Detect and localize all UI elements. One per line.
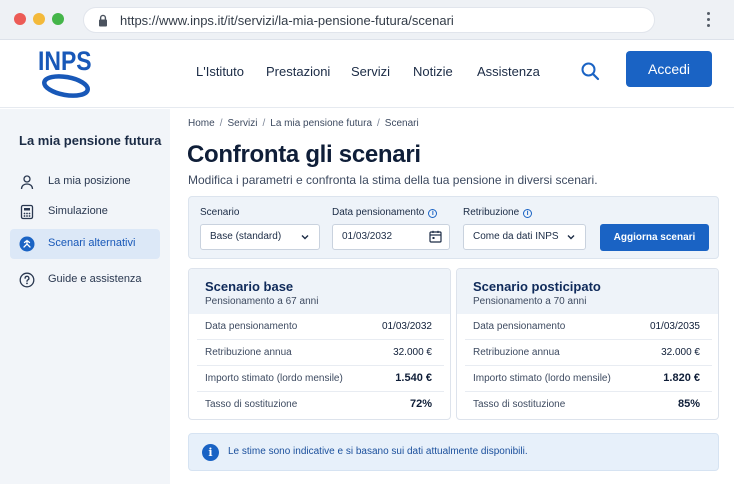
scenario-label: Scenario <box>200 207 240 218</box>
date-label-wrap: Data pensionamento i <box>332 207 438 218</box>
site-header: INPS L'Istituto Prestazioni Servizi Noti… <box>0 40 734 108</box>
url-text: https://www.inps.it/it/servizi/la-mia-pe… <box>120 13 454 28</box>
card-subtitle: Pensionamento a 67 anni <box>205 296 319 307</box>
browser-toolbar: https://www.inps.it/it/servizi/la-mia-pe… <box>0 0 734 40</box>
page-title: Confronta gli scenari <box>187 141 421 168</box>
sidebar-item-guide[interactable]: Guide e assistenza <box>10 265 160 295</box>
row-label: Importo stimato (lordo mensile) <box>205 373 343 384</box>
salary-select-value: Come da dati INPS <box>473 231 559 242</box>
date-label: Data pensionamento <box>332 207 425 218</box>
info-icon[interactable]: i <box>428 209 438 218</box>
date-input[interactable]: 01/03/2032 <box>332 224 450 250</box>
salary-label: Retribuzione <box>463 207 520 218</box>
nav-istituto[interactable]: L'Istituto <box>196 64 244 79</box>
page-subtitle: Modifica i parametri e confronta la stim… <box>188 173 598 187</box>
row-label: Data pensionamento <box>473 321 566 332</box>
row-label: Retribuzione annua <box>473 347 560 358</box>
breadcrumb-pensione-futura[interactable]: La mia pensione futura <box>270 118 372 129</box>
address-bar[interactable]: https://www.inps.it/it/servizi/la-mia-pe… <box>83 7 655 33</box>
sidebar-item-label: Scenari alternativi <box>48 237 136 249</box>
branch-icon <box>19 236 35 252</box>
row-label: Data pensionamento <box>205 321 298 332</box>
row-value: 72% <box>409 398 432 410</box>
login-button[interactable]: Accedi <box>626 51 712 87</box>
row-value: 01/03/2035 <box>649 321 700 332</box>
row-label: Tasso di sostituzione <box>205 399 298 410</box>
maximize-window-button[interactable] <box>52 13 64 25</box>
calculator-icon <box>20 204 34 220</box>
salary-select[interactable]: Come da dati INPS <box>463 224 586 250</box>
nav-assistenza[interactable]: Assistenza <box>477 64 540 79</box>
row-value: 85% <box>677 398 700 410</box>
browser-menu-icon[interactable] <box>705 12 711 28</box>
sidebar-item-scenari[interactable]: Scenari alternativi <box>10 229 160 259</box>
chevron-down-icon <box>301 235 309 240</box>
table-row: Tasso di sostituzione 85% <box>465 392 712 418</box>
scenario-select-value: Base (standard) <box>210 231 282 242</box>
breadcrumb-home[interactable]: Home <box>188 118 215 129</box>
row-label: Tasso di sostituzione <box>473 399 566 410</box>
sidebar-item-label: Guide e assistenza <box>48 273 142 285</box>
row-value: 1.820 € <box>663 372 700 384</box>
minimize-window-button[interactable] <box>33 13 45 25</box>
date-input-value: 01/03/2032 <box>342 231 393 242</box>
table-row: Retribuzione annua 32.000 € <box>465 340 712 366</box>
card-header: Scenario base Pensionamento a 67 anni <box>189 269 450 314</box>
card-header: Scenario posticipato Pensionamento a 70 … <box>457 269 718 314</box>
lock-icon <box>99 14 107 27</box>
inps-logo[interactable]: INPS <box>38 46 96 102</box>
row-value: 1.540 € <box>395 372 432 384</box>
row-value: 32.000 € <box>661 347 700 358</box>
sidebar-title: La mia pensione futura <box>19 133 162 148</box>
card-title: Scenario base <box>205 279 294 294</box>
search-icon[interactable] <box>580 61 600 81</box>
sidebar-item-posizione[interactable]: La mia posizione <box>10 167 160 197</box>
help-icon <box>19 272 35 288</box>
table-row: Tasso di sostituzione 72% <box>197 392 444 418</box>
scenario-select[interactable]: Base (standard) <box>200 224 320 250</box>
table-row: Importo stimato (lordo mensile) 1.820 € <box>465 366 712 392</box>
salary-label-wrap: Retribuzione i <box>463 207 533 218</box>
sidebar-item-simulazione[interactable]: Simulazione <box>10 197 160 227</box>
nav-prestazioni[interactable]: Prestazioni <box>266 64 330 79</box>
card-subtitle: Pensionamento a 70 anni <box>473 296 587 307</box>
info-notice: i Le stime sono indicative e si basano s… <box>188 433 719 471</box>
filters-panel: Scenario Base (standard) Data pensioname… <box>188 196 719 259</box>
logo-swoosh-icon <box>42 74 90 98</box>
nav-notizie[interactable]: Notizie <box>413 64 453 79</box>
user-icon <box>20 175 34 190</box>
scenario-card-posticipato: Scenario posticipato Pensionamento a 70 … <box>456 268 719 420</box>
card-title: Scenario posticipato <box>473 279 601 294</box>
sidebar-item-label: Simulazione <box>48 205 108 217</box>
calendar-icon[interactable] <box>429 230 442 243</box>
scenario-card-base: Scenario base Pensionamento a 67 anni Da… <box>188 268 451 420</box>
notice-text: Le stime sono indicative e si basano sui… <box>228 446 528 457</box>
row-value: 01/03/2032 <box>381 321 432 332</box>
info-icon[interactable]: i <box>523 209 533 218</box>
table-row: Data pensionamento 01/03/2035 <box>465 314 712 340</box>
logo-text: INPS <box>38 46 92 76</box>
breadcrumb-scenari: Scenari <box>384 118 419 129</box>
chevron-down-icon <box>567 235 575 240</box>
table-row: Data pensionamento 01/03/2032 <box>197 314 444 340</box>
row-label: Retribuzione annua <box>205 347 292 358</box>
breadcrumb-servizi[interactable]: Servizi <box>227 118 257 129</box>
nav-servizi[interactable]: Servizi <box>351 64 390 79</box>
update-scenarios-button[interactable]: Aggiorna scenari <box>600 224 709 251</box>
table-row: Retribuzione annua 32.000 € <box>197 340 444 366</box>
close-window-button[interactable] <box>14 13 26 25</box>
row-value: 32.000 € <box>393 347 432 358</box>
table-row: Importo stimato (lordo mensile) 1.540 € <box>197 366 444 392</box>
row-label: Importo stimato (lordo mensile) <box>473 373 611 384</box>
sidebar-item-label: La mia posizione <box>48 175 131 187</box>
info-icon: i <box>202 444 219 461</box>
breadcrumb: Home / Servizi / La mia pensione futura / Scen… <box>188 118 419 129</box>
sidebar: La mia pensione futura La mia posizione … <box>0 109 170 484</box>
